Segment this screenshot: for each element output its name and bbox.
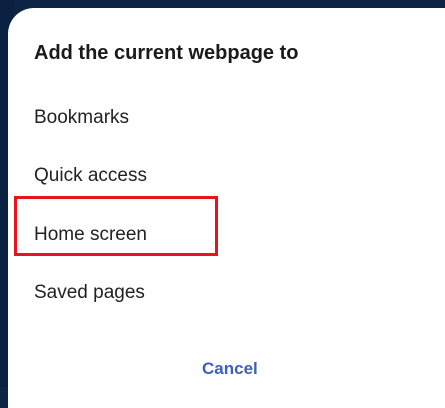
option-quick-access[interactable]: Quick access xyxy=(34,165,147,187)
option-saved-pages[interactable]: Saved pages xyxy=(34,282,145,304)
cancel-button[interactable]: Cancel xyxy=(202,359,258,379)
option-home-screen[interactable]: Home screen xyxy=(34,224,147,246)
dialog-title: Add the current webpage to xyxy=(34,42,299,64)
add-webpage-dialog: Add the current webpage to Bookmarks Qui… xyxy=(8,8,445,408)
option-bookmarks[interactable]: Bookmarks xyxy=(34,107,129,129)
